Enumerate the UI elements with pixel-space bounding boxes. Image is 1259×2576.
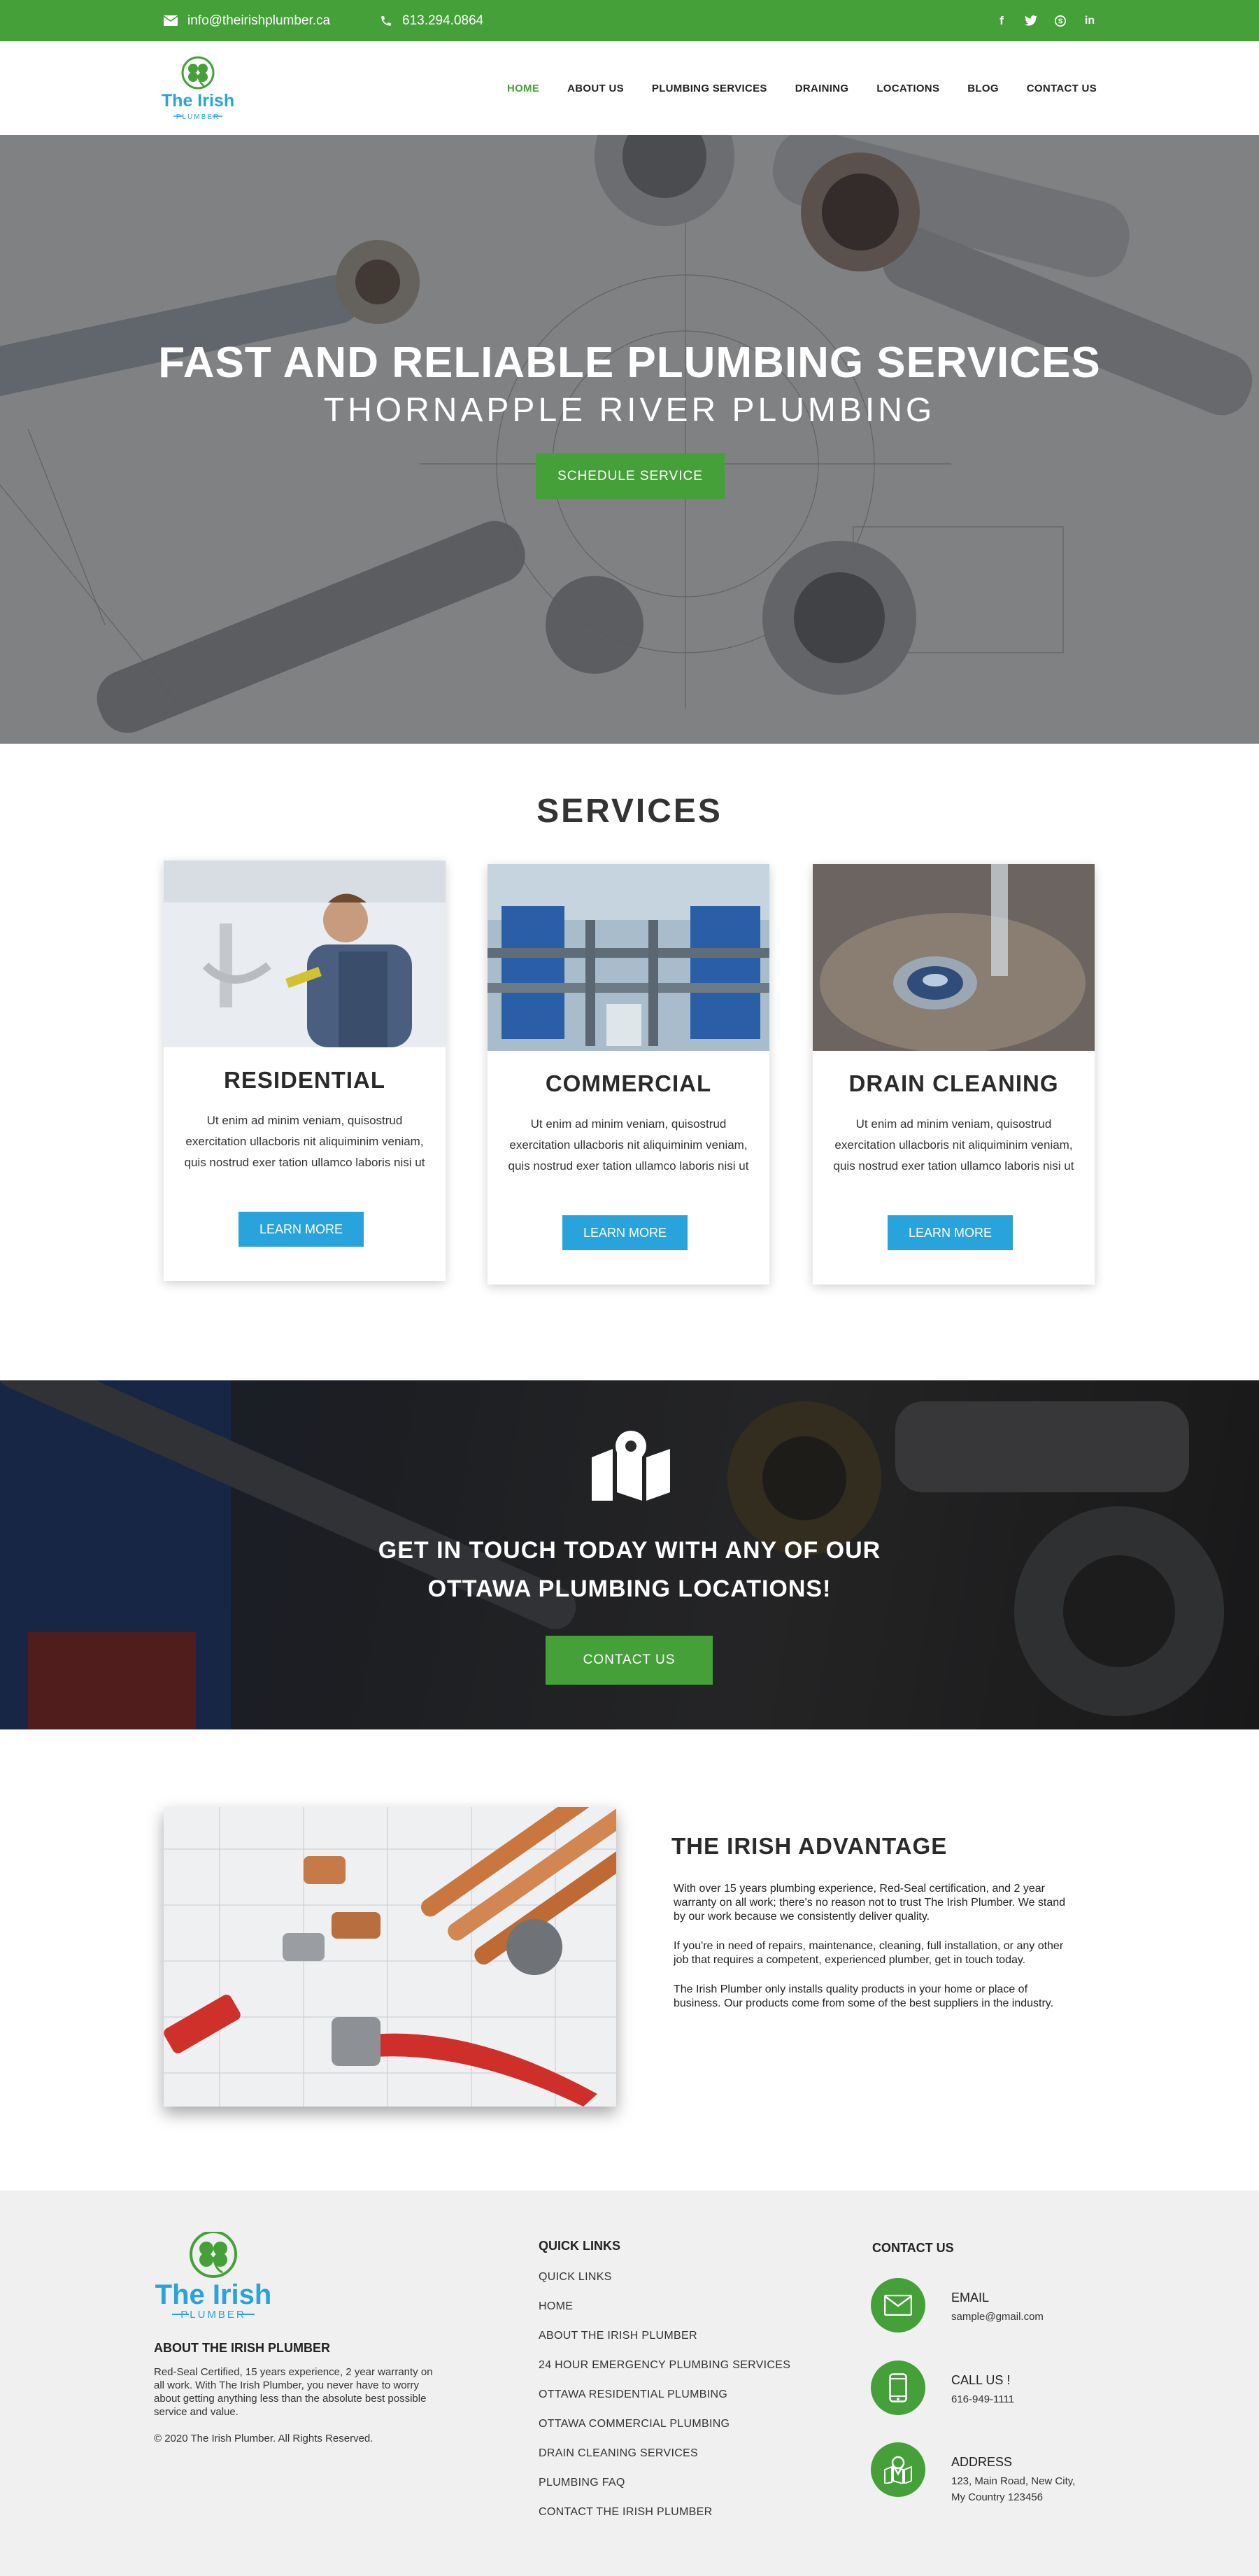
svg-text:S: S [1058,17,1063,25]
hero-overlay [0,135,1259,744]
residential-learn-more-button[interactable]: LEARN MORE [239,1212,364,1247]
top-bar: info@theirishplumber.ca 613.294.0864 f S… [0,0,1259,41]
address-label: ADDRESS [951,2455,1013,2469]
map-location-icon [871,2442,925,2497]
nav-locations[interactable]: LOCATIONS [876,83,939,94]
svg-text:PLUMBER: PLUMBER [176,113,220,121]
schedule-service-button[interactable]: SCHEDULE SERVICE [536,453,725,499]
footer-link-drain-cleaning[interactable]: DRAIN CLEANING SERVICES [539,2447,790,2477]
services-heading: SERVICES [536,793,723,830]
contact-us-button[interactable]: CONTACT US [546,1636,713,1685]
footer-contact-phone[interactable]: CALL US ! 616-949-1111 [871,2361,1151,2416]
advantage-paragraph-1: With over 15 years plumbing experience, … [674,1883,1066,1923]
locations-heading-line1: GET IN TOUCH TODAY WITH ANY OF OUR [378,1537,881,1564]
map-pin-icon [592,1431,670,1501]
locations-heading-line2: OTTAWA PLUMBING LOCATIONS! [427,1576,832,1602]
hero-banner: FAST AND RELIABLE PLUMBING SERVICES THOR… [0,135,1259,744]
topbar-phone[interactable]: 613.294.0864 [380,0,483,41]
footer-contact-title: CONTACT US [872,2241,954,2255]
footer-link-contact[interactable]: CONTACT THE IRISH PLUMBER [539,2506,790,2535]
twitter-icon[interactable] [1024,14,1038,28]
nav-draining[interactable]: DRAINING [795,83,849,94]
drain-cleaning-text: Ut enim ad minim veniam, quisostrud exer… [833,1117,1074,1173]
commercial-title: COMMERCIAL [545,1070,712,1096]
service-card-residential: RESIDENTIAL Ut enim ad minim veniam, qui… [164,861,446,1281]
skype-icon[interactable]: S [1053,14,1067,28]
footer-contact-address[interactable]: ADDRESS 123, Main Road, New City, My Cou… [871,2442,1151,2503]
commercial-text: Ut enim ad minim veniam, quisostrud exer… [508,1117,749,1173]
drain-cleaning-title: DRAIN CLEANING [848,1070,1059,1096]
email-value[interactable]: sample@gmail.com [951,2309,1105,2325]
site-header: The Irish PLUMBER HOME ABOUT US PLUMBING… [0,41,1259,135]
footer-link-emergency[interactable]: 24 HOUR EMERGENCY PLUMBING SERVICES [539,2359,790,2389]
footer-about-text: Red-Seal Certified, 15 years experience,… [154,2366,433,2418]
advantage-title: THE IRISH ADVANTAGE [671,1833,948,1859]
residential-title: RESIDENTIAL [223,1067,385,1093]
locations-banner: GET IN TOUCH TODAY WITH ANY OF OUR OTTAW… [0,1380,1259,1729]
linkedin-icon[interactable]: in [1083,14,1097,28]
address-line1: 123, Main Road, New City, [951,2475,1076,2487]
call-value[interactable]: 616-949-1111 [951,2391,1105,2407]
quick-links-title: QUICK LINKS [539,2239,620,2253]
commercial-image [488,864,769,1051]
nav-contact-us[interactable]: CONTACT US [1027,83,1097,94]
topbar-phone-text[interactable]: 613.294.0864 [402,13,483,29]
site-footer: The Irish PLUMBER ABOUT THE IRISH PLUMBE… [0,2191,1259,2576]
topbar-email-text[interactable]: info@theirishplumber.ca [187,13,330,29]
email-icon [871,2278,925,2333]
facebook-icon[interactable]: f [995,14,1009,28]
address-value: 123, Main Road, New City, My Country 123… [951,2473,1105,2505]
clover-logo-icon: The Irish PLUMBER [155,2230,272,2321]
site-logo[interactable]: The Irish PLUMBER [159,55,236,122]
clover-logo-icon: The Irish PLUMBER [162,56,234,121]
topbar-email[interactable]: info@theirishplumber.ca [164,0,330,41]
svg-text:The Irish: The Irish [155,2279,272,2310]
footer-link-faq[interactable]: PLUMBING FAQ [539,2477,790,2506]
footer-about-title: ABOUT THE IRISH PLUMBER [154,2341,330,2355]
mobile-phone-icon [871,2361,925,2415]
locations-heading: GET IN TOUCH TODAY WITH ANY OF OUR OTTAW… [0,1531,1259,1608]
footer-logo[interactable]: The Irish PLUMBER [152,2230,275,2321]
residential-image [164,861,446,1047]
quick-links-list: QUICK LINKS HOME ABOUT THE IRISH PLUMBER… [539,2271,790,2535]
advantage-text: With over 15 years plumbing experience, … [674,1882,1076,2026]
nav-blog[interactable]: BLOG [967,83,999,94]
footer-link-quick-links[interactable]: QUICK LINKS [539,2271,790,2300]
commercial-learn-more-button[interactable]: LEARN MORE [562,1215,688,1250]
envelope-icon [164,15,178,26]
call-label: CALL US ! [951,2373,1011,2387]
drain-cleaning-image [813,864,1095,1051]
footer-link-about[interactable]: ABOUT THE IRISH PLUMBER [539,2330,790,2359]
hero-title: FAST AND RELIABLE PLUMBING SERVICES [158,339,1101,387]
advantage-paragraph-3: The Irish Plumber only installs quality … [674,1983,1054,2009]
service-card-commercial: COMMERCIAL Ut enim ad minim veniam, quis… [488,864,769,1285]
nav-home[interactable]: HOME [507,83,539,94]
footer-link-commercial[interactable]: OTTAWA COMMERCIAL PLUMBING [539,2418,790,2447]
hero-subtitle: THORNAPPLE RIVER PLUMBING [323,392,936,429]
social-links: f S in [995,0,1097,41]
service-card-drain-cleaning: DRAIN CLEANING Ut enim ad minim veniam, … [813,864,1095,1285]
drain-cleaning-learn-more-button[interactable]: LEARN MORE [888,1215,1013,1250]
footer-contact-email[interactable]: EMAIL sample@gmail.com [871,2278,1151,2334]
advantage-image [164,1807,616,2107]
svg-text:PLUMBER: PLUMBER [180,2309,246,2319]
main-nav: HOME ABOUT US PLUMBING SERVICES DRAINING… [507,41,1097,135]
advantage-paragraph-2: If you're in need of repairs, maintenanc… [674,1940,1064,1966]
address-line2: My Country 123456 [951,2491,1043,2503]
footer-link-residential[interactable]: OTTAWA RESIDENTIAL PLUMBING [539,2389,790,2418]
nav-plumbing-services[interactable]: PLUMBING SERVICES [652,83,767,94]
phone-icon [381,15,391,26]
email-label: EMAIL [951,2291,990,2305]
footer-link-home[interactable]: HOME [539,2300,790,2330]
svg-text:The Irish: The Irish [162,91,234,111]
residential-text: Ut enim ad minim veniam, quisostrud exer… [184,1114,425,1169]
nav-about-us[interactable]: ABOUT US [567,83,624,94]
footer-copyright: © 2020 The Irish Plumber. All Rights Res… [154,2433,374,2444]
